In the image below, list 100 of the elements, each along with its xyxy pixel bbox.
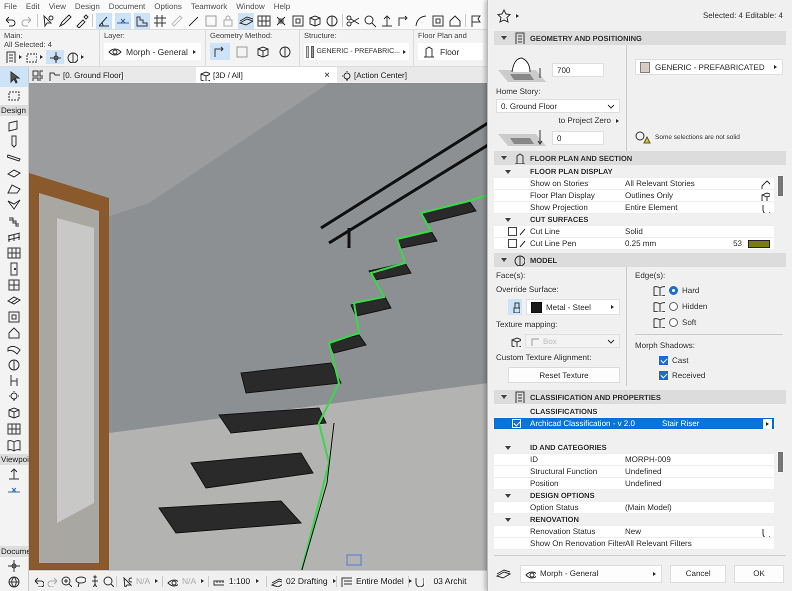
property-value[interactable]: Undefined [625, 467, 724, 476]
property-value[interactable]: 0.25 mm [625, 239, 724, 248]
marquee-icon[interactable] [7, 89, 21, 103]
lasso-icon[interactable] [74, 575, 86, 587]
classification-row[interactable]: Archicad Classification - v 2.0 Stair Riser [494, 418, 774, 430]
status-value[interactable]: Entire Model [356, 576, 404, 586]
pointer-icon[interactable] [41, 14, 55, 28]
scissors-icon[interactable] [346, 14, 360, 28]
pencil-icon[interactable] [58, 14, 72, 28]
radio-button[interactable] [669, 302, 678, 310]
toggle-button[interactable] [46, 50, 64, 64]
collapse-arrow-icon[interactable] [500, 34, 508, 42]
radio-button[interactable] [669, 286, 678, 294]
property-value[interactable]: All Relevant Stories [625, 179, 724, 188]
more-button[interactable] [763, 418, 772, 428]
toolbar-toggle[interactable] [134, 12, 150, 28]
structure-dropdown[interactable]: GENERIC - PREFABRICATED [635, 59, 783, 75]
collapse-arrow-icon[interactable] [504, 216, 512, 224]
target-icon[interactable] [7, 559, 21, 573]
grid-icon[interactable] [257, 14, 271, 28]
circle-icon[interactable] [7, 358, 21, 372]
status-value[interactable]: 1:100 [228, 576, 251, 586]
cancel-button[interactable]: Cancel [670, 564, 726, 582]
menu-item[interactable]: File [4, 2, 17, 10]
checkbox[interactable] [508, 227, 517, 236]
collapse-arrow-icon[interactable] [500, 393, 508, 401]
floor-plan-dropdown[interactable]: Floor [418, 43, 483, 60]
property-value[interactable]: New [625, 527, 724, 536]
favorites-button[interactable] [497, 8, 520, 22]
property-value[interactable]: MORPH-009 [625, 455, 724, 464]
layer-dropdown[interactable]: Morph - General [104, 43, 201, 60]
book-icon[interactable] [7, 438, 21, 452]
offset-field[interactable]: 0 [552, 131, 604, 145]
close-icon[interactable]: × [320, 70, 334, 80]
globe-icon[interactable] [7, 575, 21, 589]
grid-icon[interactable] [7, 246, 21, 260]
property-value[interactable]: All Relevant Filters [625, 539, 724, 548]
view-tab[interactable]: [3D / All] × [196, 67, 337, 83]
method-button[interactable] [210, 43, 230, 60]
view-tab[interactable]: [Action Center] [337, 67, 487, 83]
collapse-arrow-icon[interactable] [500, 256, 508, 264]
property-value[interactable]: Undefined [625, 479, 724, 488]
toolbar-toggle[interactable] [96, 12, 112, 28]
reference-button[interactable]: to Project Zero [558, 116, 611, 125]
selected-tool[interactable] [0, 67, 28, 87]
frame-icon[interactable] [291, 14, 305, 28]
menu-item[interactable]: View [48, 2, 66, 10]
paint-brush-button[interactable] [508, 299, 522, 315]
checkbox[interactable] [659, 371, 668, 380]
window-icon[interactable] [7, 278, 21, 292]
marquee-icon[interactable] [25, 51, 37, 63]
menu-item[interactable]: Options [154, 2, 182, 10]
menu-item[interactable]: Teamwork [190, 2, 228, 10]
toolbar-toggle[interactable] [115, 12, 131, 28]
home-story-dropdown[interactable]: 0. Ground Floor [496, 99, 620, 113]
railing-icon[interactable] [7, 230, 21, 244]
ok-button[interactable]: OK [734, 564, 784, 582]
magnifier-icon[interactable] [102, 575, 114, 587]
menu-item[interactable]: Help [274, 2, 290, 10]
roof-icon[interactable] [7, 182, 21, 196]
property-value[interactable]: (Main Model) [625, 503, 724, 512]
property-value[interactable]: Entire Element [625, 203, 724, 212]
undo-icon[interactable] [3, 14, 17, 28]
elevation-icon[interactable] [7, 467, 21, 481]
collapse-arrow-icon[interactable] [504, 516, 512, 524]
radio-button[interactable] [669, 318, 678, 326]
flag-icon[interactable] [469, 14, 483, 28]
cross-icon[interactable] [274, 14, 288, 28]
menu-item[interactable]: Document [108, 2, 146, 10]
checkbox[interactable] [659, 356, 668, 365]
frame-icon[interactable] [431, 14, 445, 28]
circle-icon[interactable] [325, 14, 339, 28]
menu-item[interactable]: Design [74, 2, 100, 10]
property-value[interactable]: Outlines Only [625, 191, 724, 200]
collapse-arrow-icon[interactable] [500, 154, 508, 162]
magnifier-icon[interactable] [363, 14, 377, 28]
shell-icon[interactable] [7, 198, 21, 212]
collapse-arrow-icon[interactable] [504, 168, 512, 176]
zoom-icon[interactable] [60, 575, 72, 587]
eyedropper-icon[interactable] [75, 14, 89, 28]
frame-icon[interactable] [7, 310, 21, 324]
toolbar-toggle[interactable] [238, 12, 254, 28]
hash-icon[interactable] [153, 14, 167, 28]
status-value[interactable]: 03 Archit [428, 576, 472, 586]
menu-item[interactable]: Edit [26, 2, 40, 10]
menu-item[interactable]: Window [236, 2, 265, 10]
property-value[interactable]: Solid [625, 227, 724, 236]
status-value[interactable]: 02 Drafting [286, 576, 328, 586]
height-field[interactable]: 700 [552, 63, 604, 77]
surface-dropdown[interactable]: Metal - Steel [526, 299, 620, 315]
tabs-icon[interactable] [32, 70, 43, 80]
view-tab[interactable]: [0. Ground Floor] [46, 67, 196, 83]
list-icon[interactable] [4, 51, 16, 63]
layer-dropdown[interactable]: Morph - General [520, 564, 662, 582]
checkbox[interactable] [508, 239, 517, 248]
curve-icon[interactable] [414, 14, 428, 28]
elevation-icon[interactable] [380, 14, 394, 28]
undo-icon[interactable] [32, 575, 44, 587]
collapse-arrow-icon[interactable] [504, 444, 512, 452]
grid-icon[interactable] [7, 422, 21, 436]
